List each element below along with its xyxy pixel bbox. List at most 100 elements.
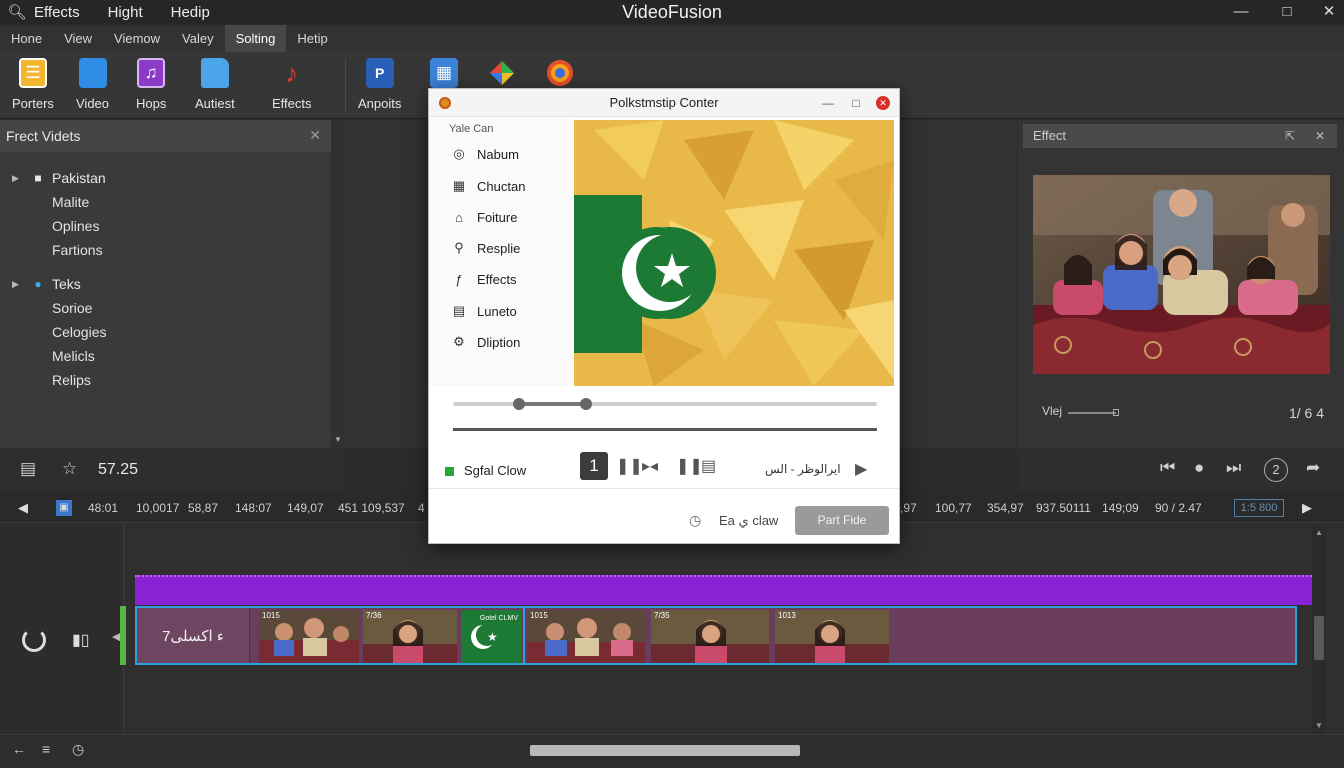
ribbon-effects-button[interactable]: ♪ Effects [272,58,312,112]
tree-item[interactable]: Celogies [0,320,331,344]
menu-item-valey[interactable]: Valey [171,25,225,52]
tree-item[interactable]: Relips [0,368,331,392]
feather-icon: ƒ [455,271,463,287]
audio-track[interactable] [135,575,1312,605]
menu-item-solting[interactable]: Solting [224,25,287,52]
video-clip[interactable]: 1015 [527,610,645,663]
ribbon-porters-button[interactable]: ☰ Porters [12,58,54,111]
clipboard-icon[interactable]: ▤ [701,456,716,476]
ruler-tick: 10,0017 [136,501,180,515]
ribbon-document-button[interactable]: ▦ [430,58,458,88]
title-menu-effects[interactable]: Effects [34,4,80,21]
menu-item-view[interactable]: View [53,25,103,52]
rewind-icon[interactable]: ⏮︎ [1160,458,1175,478]
title-clip[interactable]: 7ء اکسلی [137,608,250,663]
playhead[interactable] [120,606,126,665]
loop-icon[interactable]: 2 [1264,458,1288,482]
flag-clip[interactable]: ★ Gotel CLMV [461,610,521,663]
tree-item[interactable]: Melicls [0,344,331,368]
maximize-icon[interactable]: □ [843,89,869,117]
chevron-right-icon[interactable]: ▶ [12,173,24,184]
effect-panel-title: Effect [1033,128,1067,143]
chevron-right-icon[interactable]: ▶ [12,279,24,290]
chevron-up-icon[interactable]: ▲ [1315,528,1323,537]
chevron-down-icon[interactable]: ▼ [1315,721,1323,730]
volume-knob[interactable] [1113,409,1119,416]
ribbon-anpoits-button[interactable]: P Anpoits [358,58,401,111]
bowtie-icon[interactable]: ▸◂ [642,456,658,476]
import-icon[interactable]: ▤ [20,459,36,479]
play-icon[interactable]: ▶ [1302,500,1312,516]
menu-item-home[interactable]: Hone [0,25,53,52]
number-button[interactable]: 1 [580,452,608,480]
range-slider-low-handle[interactable] [513,398,525,410]
title-menu-hight[interactable]: Hight [108,4,143,21]
video-clip[interactable]: 1015 [259,610,359,663]
panel-scrollbar[interactable]: ▼ [331,120,345,448]
tree-item[interactable]: Fartions [0,238,331,262]
minimize-icon[interactable]: — [815,89,841,117]
close-icon[interactable]: ✕ [876,96,890,110]
tree-group-pakistan[interactable]: ▶ ■ Pakistan [0,166,331,190]
menu-icon[interactable]: ≡ [42,741,50,757]
ribbon-gem-button[interactable] [488,58,516,88]
title-menu-hedip[interactable]: Hedip [171,4,210,21]
media-toolbar: ▤ ☆ 57.25 [0,449,345,491]
close-icon[interactable]: ✕ [309,127,321,144]
range-slider-high-handle[interactable] [580,398,592,410]
ribbon-autiest-button[interactable]: Autiest [195,58,235,111]
sync-icon[interactable] [22,628,46,652]
track-header: ▮▯ ◀ [0,524,124,734]
clock-icon[interactable]: ◷ [72,741,84,758]
scroll-thumb[interactable] [1314,616,1324,660]
pause-icon[interactable]: ❚❚ [616,456,643,476]
snap-icon[interactable]: ▣ [56,500,72,516]
ribbon-separator [345,58,346,112]
video-clip[interactable]: 1013 [775,610,889,663]
share-icon[interactable]: ➦ [1306,458,1320,478]
color-gem-icon [488,58,516,88]
menu-item-viemow[interactable]: Viemow [103,25,171,52]
maximize-icon[interactable]: □ [1264,0,1310,24]
audio-levels-icon[interactable]: ▮▯ [72,630,90,650]
dialog-item-resplie[interactable]: ⚲ Resplie [451,238,520,258]
dialog-item-foiture[interactable]: ⌂ Foiture [451,207,517,227]
horizontal-scrollbar[interactable] [530,745,800,756]
tree-group-teks[interactable]: ▶ ● Teks [0,272,331,296]
close-icon[interactable]: ✕ [1306,0,1344,24]
back-icon[interactable]: ← [12,741,26,757]
video-track[interactable]: 7ء اکسلی 1015 7/36 ★ Gotel CLMV 1015 7/3… [135,606,1297,665]
volume-icon[interactable]: ◀︎ [18,500,28,516]
pause-alt-icon[interactable]: ❚❚ [676,456,703,476]
ribbon-video-button[interactable]: Video [76,58,109,111]
search-icon[interactable]: 🔍︎ [0,3,34,21]
confirm-button[interactable]: Part Fide [795,506,889,535]
tree-item[interactable]: Sorioe [0,296,331,320]
dialog-item-chuctan[interactable]: ▦ Chuctan [451,176,526,196]
video-clip[interactable]: 7/35 [651,610,769,663]
dialog-item-dliption[interactable]: ⚙ Dliption [451,332,520,352]
star-icon[interactable]: ☆ [62,459,77,479]
dialog-item-nabum[interactable]: ◎ Nabum [451,144,519,164]
fast-forward-icon[interactable]: ⏭︎ [1226,458,1241,478]
minimize-icon[interactable]: — [1218,0,1264,24]
ribbon-browser-button[interactable] [546,58,574,88]
popout-icon[interactable]: ⇱ [1285,124,1295,148]
play-icon[interactable]: ▶ [855,459,867,479]
timeline-scrollbar[interactable]: ▲ ▼ [1312,524,1326,734]
dialog-item-effects[interactable]: ƒ Effects [451,269,516,289]
close-icon[interactable]: ✕ [1315,124,1325,148]
ruler-tick: 90 / 2.47 [1155,501,1202,515]
ribbon-hops-button[interactable]: ♫ Hops [136,58,166,111]
record-icon[interactable]: ● [1194,458,1204,478]
dialog-item-label: Nabum [477,146,519,162]
tree-item[interactable]: Malite [0,190,331,214]
chevron-down-icon[interactable]: ▼ [334,435,342,444]
tree-item[interactable]: Oplines [0,214,331,238]
menu-item-hetip[interactable]: Hetip [286,25,338,52]
dialog-item-luneto[interactable]: ▤ Luneto [451,301,517,321]
volume-slider[interactable] [1068,412,1116,414]
frame-counter: 1/ 6 4 [1288,405,1324,421]
video-clip[interactable]: 7/36 [363,610,457,663]
timecode-box[interactable]: 1:5 800 [1234,499,1284,517]
